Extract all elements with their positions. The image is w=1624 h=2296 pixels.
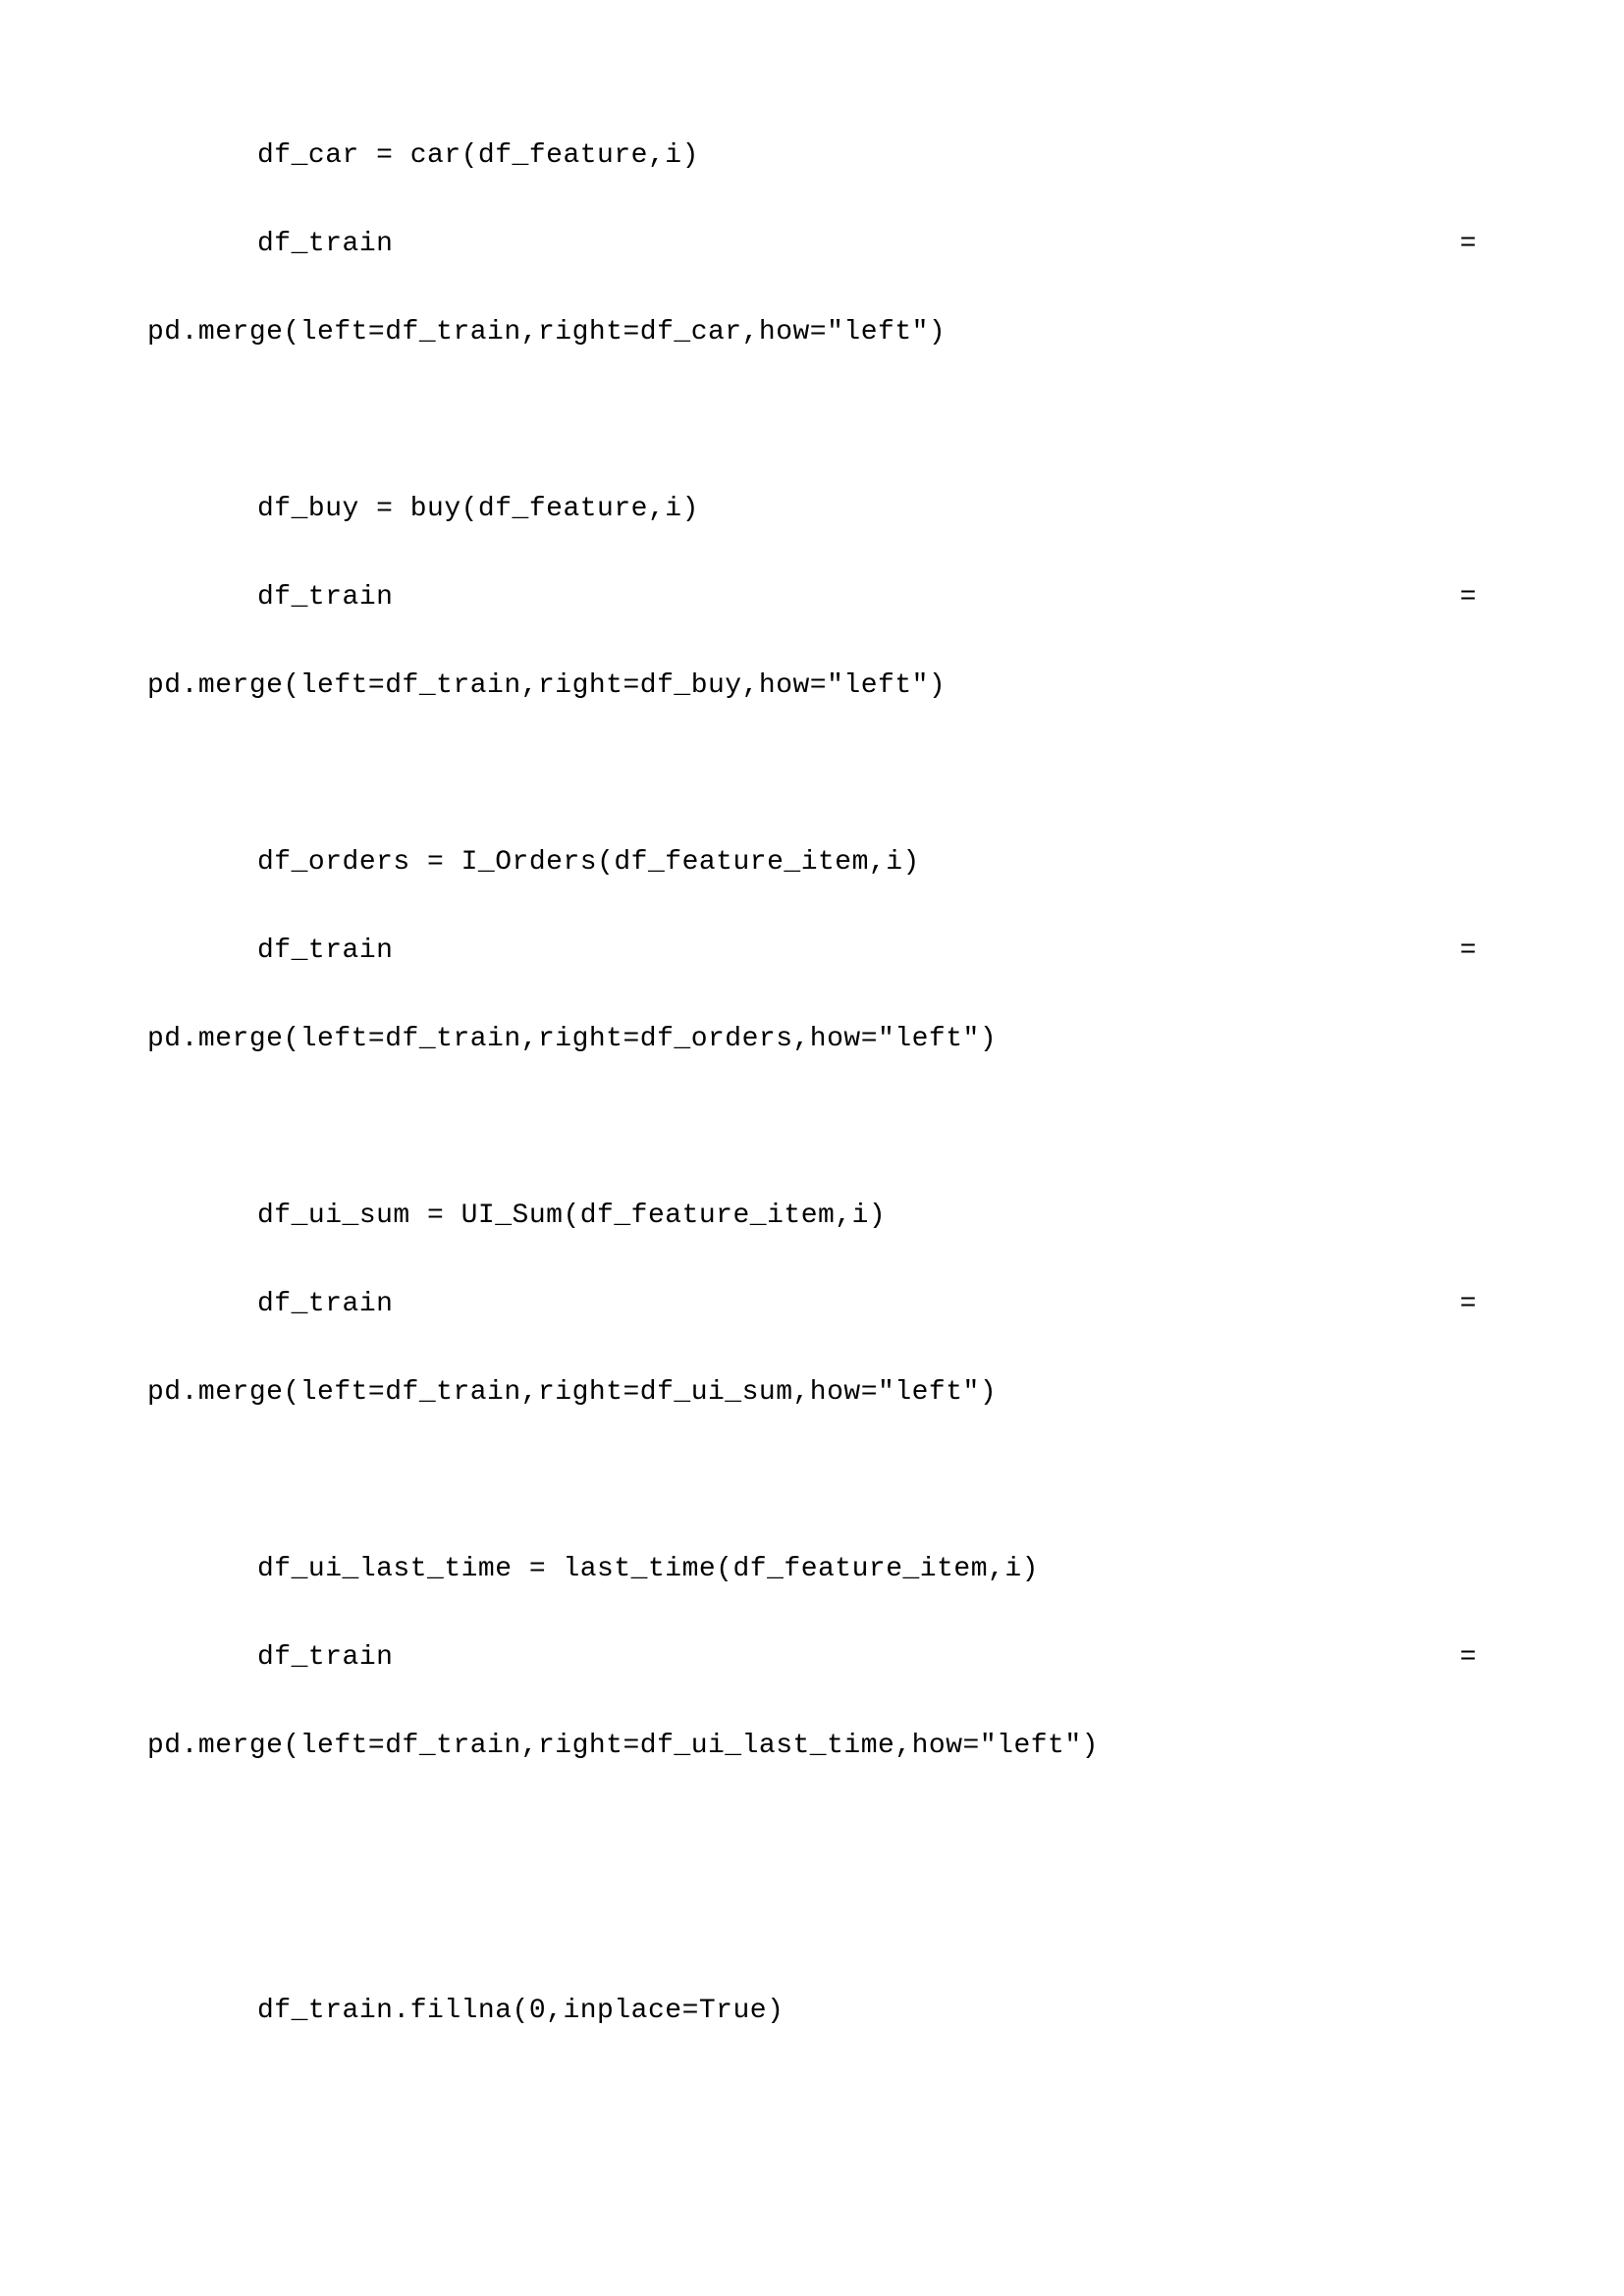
code-line: df_ui_sum = UI_Sum(df_feature_item,i) [147,1202,1477,1230]
code-text: pd.merge(left=df_train,right=df_car,how=… [147,317,946,347]
code-text: df_buy = buy(df_feature,i) [257,496,699,523]
code-text: df_train [257,935,393,966]
code-line: df_train = [147,1644,1477,1672]
code-block: df_car = car(df_feature,i) df_train = pd… [147,142,1477,2025]
blank-line [147,1821,1477,1848]
code-line: df_train = [147,584,1477,612]
code-text: = [1460,1291,1477,1318]
code-text: df_train [257,582,393,613]
code-text: pd.merge(left=df_train,right=df_ui_last_… [147,1731,1099,1761]
code-text: df_train.fillna(0,inplace=True) [257,1998,784,2025]
blank-line [147,1468,1477,1495]
blank-line [147,761,1477,788]
code-line: pd.merge(left=df_train,right=df_car,how=… [147,319,1477,347]
code-text: = [1460,231,1477,258]
code-line: df_train = [147,231,1477,258]
code-line: pd.merge(left=df_train,right=df_ui_sum,h… [147,1379,1477,1407]
code-line: df_orders = I_Orders(df_feature_item,i) [147,849,1477,877]
code-text: pd.merge(left=df_train,right=df_buy,how=… [147,670,946,701]
code-text: = [1460,1644,1477,1672]
code-text: = [1460,584,1477,612]
code-text: pd.merge(left=df_train,right=df_ui_sum,h… [147,1377,997,1408]
code-text: df_car = car(df_feature,i) [257,142,699,170]
blank-line [147,1114,1477,1142]
code-line: df_train = [147,937,1477,965]
code-text: df_train [257,1642,393,1673]
blank-line [147,407,1477,435]
blank-line [147,1909,1477,1937]
code-line: pd.merge(left=df_train,right=df_orders,h… [147,1026,1477,1053]
code-text: df_train [257,1289,393,1319]
code-line: df_train = [147,1291,1477,1318]
code-text: df_ui_sum = UI_Sum(df_feature_item,i) [257,1202,886,1230]
code-line: df_buy = buy(df_feature,i) [147,496,1477,523]
code-text: pd.merge(left=df_train,right=df_orders,h… [147,1024,997,1054]
code-line: df_ui_last_time = last_time(df_feature_i… [147,1556,1477,1583]
code-line: df_car = car(df_feature,i) [147,142,1477,170]
code-text: df_orders = I_Orders(df_feature_item,i) [257,849,920,877]
code-line: pd.merge(left=df_train,right=df_buy,how=… [147,672,1477,700]
code-text: df_train [257,229,393,259]
code-text: df_ui_last_time = last_time(df_feature_i… [257,1556,1039,1583]
code-text: = [1460,937,1477,965]
code-line: pd.merge(left=df_train,right=df_ui_last_… [147,1733,1477,1760]
code-line: df_train.fillna(0,inplace=True) [147,1998,1477,2025]
